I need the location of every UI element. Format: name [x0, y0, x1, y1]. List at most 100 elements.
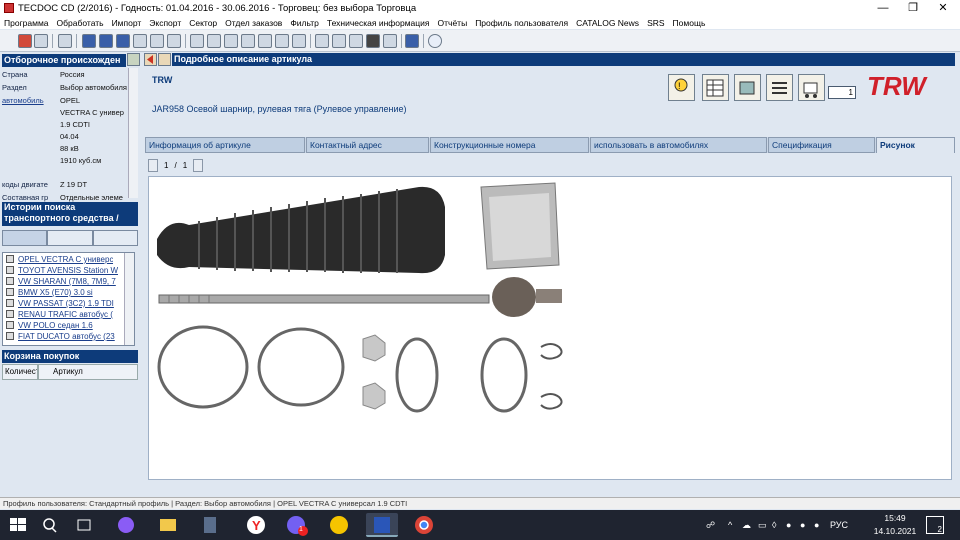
history-item[interactable]: VW POLO седан 1.6 — [6, 321, 93, 332]
trw-logo-text: TRW — [867, 71, 928, 99]
tools-icon[interactable] — [383, 34, 397, 48]
forward-icon[interactable] — [34, 34, 48, 48]
truck-icon[interactable] — [99, 34, 113, 48]
tab-used-in-vehicles[interactable]: использовать в автомобилях — [590, 137, 767, 153]
edit-icon[interactable] — [349, 34, 363, 48]
car-tab-icon[interactable] — [2, 230, 48, 246]
history-item[interactable]: TOYOT AVENSIS Station W — [6, 266, 118, 277]
wrench-icon[interactable] — [241, 34, 255, 48]
menu-export[interactable]: Экспорт — [149, 18, 181, 28]
tab-contact-address[interactable]: Контактный адрес — [306, 137, 429, 153]
tab-specification[interactable]: Спецификация — [768, 137, 875, 153]
origin-scrollbar[interactable] — [128, 68, 138, 198]
yandex-browser-icon[interactable]: Y — [240, 513, 272, 537]
history-item[interactable]: BMW X5 (E70) 3.0 si — [6, 288, 93, 299]
title-bar: TECDOC CD (2/2016) - Годность: 01.04.201… — [0, 0, 960, 16]
box-icon[interactable] — [292, 34, 306, 48]
list-icon[interactable] — [190, 34, 204, 48]
image-icon[interactable] — [275, 34, 289, 48]
monitor-icon[interactable] — [405, 34, 419, 48]
chrome-icon[interactable] — [408, 513, 440, 537]
collapse-left-icon[interactable] — [127, 53, 140, 66]
cart-article-column[interactable]: Артикул — [38, 364, 138, 380]
search-icon[interactable] — [150, 34, 164, 48]
chart-icon[interactable] — [315, 34, 329, 48]
menu-orders[interactable]: Отдел заказов — [225, 18, 282, 28]
print-icon[interactable] — [58, 34, 72, 48]
list-view-icon[interactable] — [766, 74, 793, 101]
home-nav-icon[interactable] — [158, 53, 171, 66]
menu-user-profile[interactable]: Профиль пользователя — [475, 18, 568, 28]
menu-filter[interactable]: Фильтр — [290, 18, 319, 28]
menu-srs[interactable]: SRS — [647, 18, 664, 28]
tab-construction-numbers[interactable]: Конструкционные номера — [430, 137, 589, 153]
language-indicator[interactable]: РУС — [830, 510, 848, 540]
engine-icon[interactable] — [133, 34, 147, 48]
history-item[interactable]: RENAU TRAFIC автобус ( — [6, 310, 113, 321]
back-nav-icon[interactable] — [144, 53, 157, 66]
document-icon[interactable] — [258, 34, 272, 48]
windows-start-icon[interactable] — [6, 513, 30, 537]
notification-icon[interactable]: 2 — [926, 516, 944, 534]
spreadsheet-icon[interactable] — [702, 74, 729, 101]
people-icon[interactable]: ☍ — [706, 510, 715, 540]
menu-catalog-news[interactable]: CATALOG News — [576, 18, 639, 28]
clock[interactable]: 15:49 14.10.2021 — [870, 512, 920, 538]
task-view-icon[interactable] — [72, 513, 96, 537]
grid-icon[interactable] — [207, 34, 221, 48]
toolbar-separator — [76, 34, 77, 48]
table-icon[interactable] — [332, 34, 346, 48]
history-item[interactable]: VW PASSAT (3C2) 1.9 TDI — [6, 299, 114, 310]
info-person-icon[interactable]: ! — [668, 74, 695, 101]
tecdoc-taskbar-icon[interactable] — [366, 513, 398, 537]
menu-edit[interactable]: Обработать — [57, 18, 104, 28]
viber-badge: 1 — [299, 526, 303, 533]
help-icon[interactable] — [428, 34, 442, 48]
menu-reports[interactable]: Отчёты — [438, 18, 468, 28]
gauge-icon[interactable] — [224, 34, 238, 48]
onec-icon[interactable] — [323, 513, 355, 537]
menu-import[interactable]: Импорт — [112, 18, 142, 28]
origin-key-link[interactable]: автомобиль — [2, 96, 58, 105]
onec-tray-icon[interactable]: ● — [814, 510, 819, 540]
quantity-input[interactable]: 1 — [828, 86, 856, 99]
viber-icon[interactable]: 1 — [280, 513, 312, 537]
explorer-icon[interactable] — [152, 513, 184, 537]
ball-icon[interactable] — [366, 34, 380, 48]
tab-article-info[interactable]: Информация об артикуле — [145, 137, 305, 153]
axle-tab-icon[interactable] — [92, 230, 138, 246]
car-icon[interactable] — [82, 34, 96, 48]
menu-program[interactable]: Программа — [4, 18, 49, 28]
minimize-button[interactable]: — — [868, 0, 898, 16]
close-button[interactable]: ✕ — [928, 0, 958, 16]
history-item[interactable]: VW SHARAN (7M8, 7M9, 7 — [6, 277, 116, 288]
tab-picture[interactable]: Рисунок — [876, 137, 955, 153]
maximize-button[interactable]: ❐ — [898, 0, 928, 16]
volume-icon[interactable]: ◊ — [772, 510, 776, 540]
alice-icon[interactable] — [110, 513, 142, 537]
history-item[interactable]: FIAT DUCATO автобус (23 — [6, 332, 115, 343]
back-arrow-icon[interactable] — [18, 34, 32, 48]
tray-chevron-icon[interactable]: ^ — [728, 510, 732, 540]
menu-sector[interactable]: Сектор — [189, 18, 217, 28]
cloud-icon[interactable]: ☁ — [742, 510, 751, 540]
history-scrollbar[interactable] — [124, 253, 134, 345]
network-icon[interactable]: ▭ — [758, 510, 767, 540]
cart-qty-column[interactable]: Количест — [2, 364, 38, 380]
people-icon[interactable] — [167, 34, 181, 48]
pager-prev-button[interactable] — [148, 158, 158, 172]
catalog-icon[interactable] — [734, 74, 761, 101]
menu-tech-info[interactable]: Техническая информация — [327, 18, 430, 28]
menu-help[interactable]: Помощь — [673, 18, 706, 28]
calculator-icon[interactable] — [194, 513, 226, 537]
pager-next-button[interactable] — [193, 158, 204, 172]
origin-value: VECTRA C универ — [60, 108, 124, 117]
history-item[interactable]: OPEL VECTRA C универс — [6, 255, 113, 266]
truck-tab-icon[interactable] — [47, 230, 93, 246]
viber-tray-icon[interactable]: ● — [800, 510, 805, 540]
yandex-tray-icon[interactable]: ● — [786, 510, 791, 540]
add-to-cart-icon[interactable] — [798, 74, 825, 101]
search-icon[interactable] — [38, 513, 62, 537]
origin-header: Отборочное происхожден — [2, 54, 126, 67]
axle-icon[interactable] — [116, 34, 130, 48]
